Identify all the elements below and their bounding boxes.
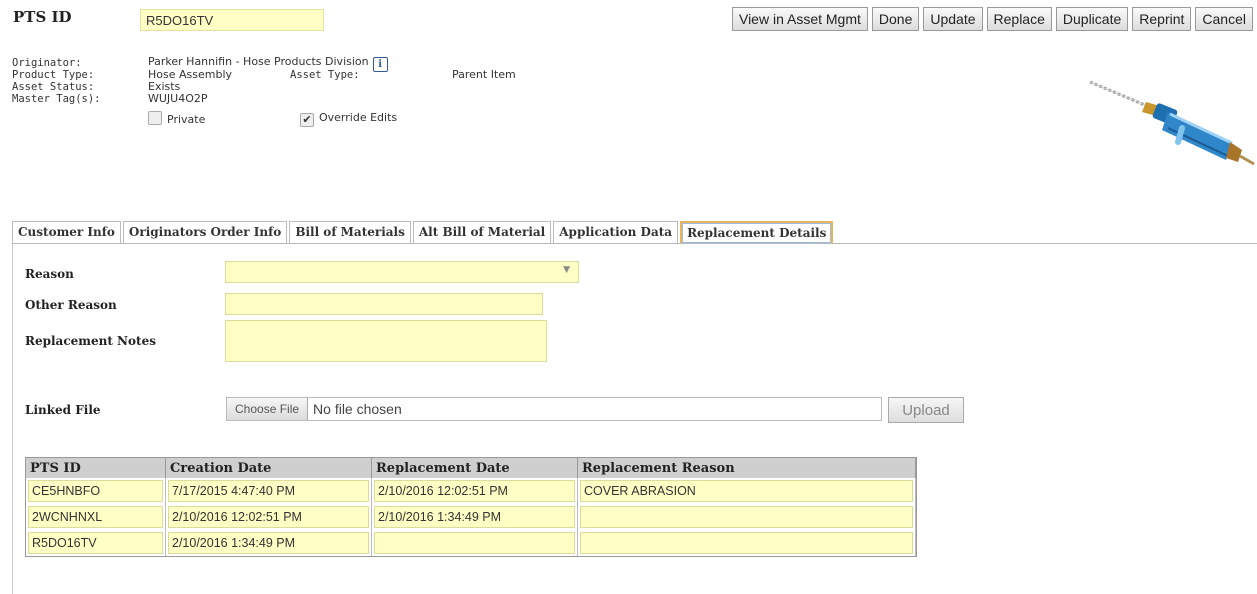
no-file-chosen-text: No file chosen: [313, 401, 402, 417]
table-cell: R5DO16TV: [26, 530, 166, 556]
tab-application-data[interactable]: Application Data: [553, 221, 679, 243]
product-type-label: Product Type:: [12, 69, 95, 81]
cell-pts-id[interactable]: CE5HNBFO: [28, 480, 163, 502]
pts-id-field[interactable]: R5DO16TV: [140, 9, 324, 31]
pts-id-label: PTS ID: [13, 8, 72, 26]
cell-replacement-reason[interactable]: [580, 506, 913, 528]
originator-label: Originator:: [12, 57, 82, 69]
cell-pts-id[interactable]: R5DO16TV: [28, 532, 163, 554]
tab-originators-order-info[interactable]: Originators Order Info: [122, 221, 288, 243]
reprint-button[interactable]: Reprint: [1132, 7, 1192, 31]
table-cell: 2/10/2016 12:02:51 PM: [166, 504, 372, 530]
originator-value: Parker Hannifin - Hose Products Division: [148, 55, 369, 68]
private-label: Private: [167, 113, 206, 126]
override-edits-label: Override Edits: [319, 111, 398, 124]
table-row: CE5HNBFO 7/17/2015 4:47:40 PM 2/10/2016 …: [26, 478, 916, 504]
tab-customer-info[interactable]: Customer Info: [12, 221, 121, 243]
cancel-button[interactable]: Cancel: [1195, 7, 1253, 31]
hose-assembly-icon: [1089, 80, 1255, 166]
asset-type-value: Parent Item: [452, 68, 516, 81]
master-tags-value: WUJU4O2P: [148, 92, 208, 105]
table-cell: [372, 530, 578, 556]
table-cell: CE5HNBFO: [26, 478, 166, 504]
other-reason-label: Other Reason: [25, 298, 117, 312]
cell-creation-date[interactable]: 2/10/2016 1:34:49 PM: [168, 532, 369, 554]
cell-replacement-reason[interactable]: COVER ABRASION: [580, 480, 913, 502]
cell-replacement-date[interactable]: [374, 532, 575, 554]
cell-creation-date[interactable]: 7/17/2015 4:47:40 PM: [168, 480, 369, 502]
asset-status-label: Asset Status:: [12, 81, 95, 93]
private-checkbox-row[interactable]: Private: [148, 108, 205, 127]
replace-button[interactable]: Replace: [986, 7, 1052, 31]
table-row: 2WCNHNXL 2/10/2016 12:02:51 PM 2/10/2016…: [26, 504, 916, 530]
master-tags-label: Master Tag(s):: [12, 93, 101, 105]
cell-replacement-reason[interactable]: [580, 532, 913, 554]
col-header-pts-id: PTS ID: [26, 458, 166, 478]
col-header-creation-date: Creation Date: [166, 458, 372, 478]
table-cell: 2/10/2016 12:02:51 PM: [372, 478, 578, 504]
cell-replacement-date[interactable]: 2/10/2016 1:34:49 PM: [374, 506, 575, 528]
done-button[interactable]: Done: [871, 7, 920, 31]
reason-select[interactable]: ▼: [225, 261, 579, 283]
linked-file-label: Linked File: [25, 403, 101, 417]
other-reason-input[interactable]: [225, 293, 543, 315]
cell-replacement-date[interactable]: 2/10/2016 12:02:51 PM: [374, 480, 575, 502]
view-in-asset-mgmt-button[interactable]: View in Asset Mgmt: [731, 7, 868, 31]
file-input[interactable]: Choose File No file chosen: [226, 397, 882, 421]
meta-labels: Originator: Product Type: Asset Status: …: [12, 57, 101, 105]
col-header-replacement-reason: Replacement Reason: [578, 458, 916, 478]
upload-button[interactable]: Upload: [888, 397, 964, 423]
tab-divider: [12, 243, 1257, 244]
cell-pts-id[interactable]: 2WCNHNXL: [28, 506, 163, 528]
hose-assembly-image: [1082, 70, 1257, 199]
chevron-down-icon: ▼: [563, 265, 570, 275]
replacement-notes-label: Replacement Notes: [25, 334, 156, 348]
asset-type-label: Asset Type:: [290, 69, 360, 81]
top-toolbar: View in Asset Mgmt Done Update Replace D…: [731, 7, 1253, 31]
override-edits-checkbox[interactable]: ✔: [300, 113, 314, 127]
tab-replacement-details[interactable]: Replacement Details: [680, 221, 834, 243]
tab-bar: Customer Info Originators Order Info Bil…: [12, 221, 834, 243]
table-cell: 2/10/2016 1:34:49 PM: [166, 530, 372, 556]
cell-creation-date[interactable]: 2/10/2016 12:02:51 PM: [168, 506, 369, 528]
table-cell: 2/10/2016 1:34:49 PM: [372, 504, 578, 530]
replacement-notes-textarea[interactable]: [225, 320, 547, 362]
table-cell: 2WCNHNXL: [26, 504, 166, 530]
info-icon[interactable]: i: [372, 57, 388, 72]
table-cell: COVER ABRASION: [578, 478, 916, 504]
choose-file-button[interactable]: Choose File: [227, 398, 309, 420]
table-cell: 7/17/2015 4:47:40 PM: [166, 478, 372, 504]
table-header-row: PTS ID Creation Date Replacement Date Re…: [26, 458, 916, 478]
table-row: R5DO16TV 2/10/2016 1:34:49 PM: [26, 530, 916, 556]
override-edits-checkbox-row[interactable]: ✔ Override Edits: [300, 106, 397, 127]
tab-bill-of-materials[interactable]: Bill of Materials: [289, 221, 411, 243]
reason-label: Reason: [25, 267, 74, 281]
private-checkbox[interactable]: [148, 111, 162, 125]
tab-alt-bill-of-material[interactable]: Alt Bill of Material: [412, 221, 552, 243]
table-cell: [578, 530, 916, 556]
replacement-history-table: PTS ID Creation Date Replacement Date Re…: [25, 457, 917, 557]
table-cell: [578, 504, 916, 530]
update-button[interactable]: Update: [923, 7, 983, 31]
col-header-replacement-date: Replacement Date: [372, 458, 578, 478]
duplicate-button[interactable]: Duplicate: [1055, 7, 1129, 31]
panel-left-border: [12, 244, 13, 594]
